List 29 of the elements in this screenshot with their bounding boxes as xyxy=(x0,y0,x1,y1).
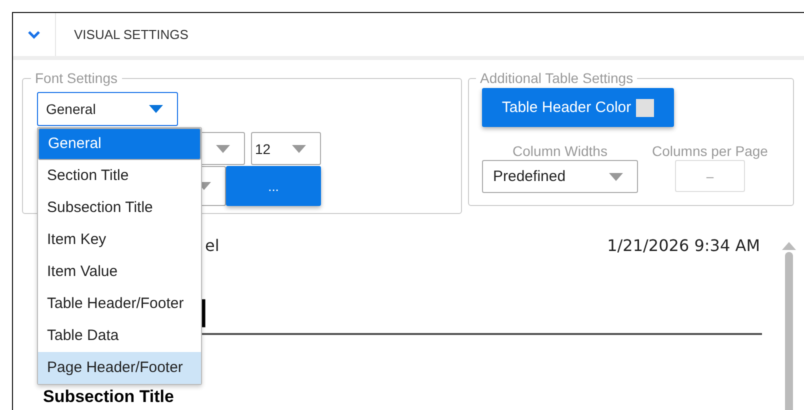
panel-legend: Additional Table Settings xyxy=(476,70,638,86)
report-label-text: el xyxy=(205,236,220,255)
chevron-down-icon[interactable] xyxy=(27,30,41,39)
dropdown-option[interactable]: General xyxy=(38,128,201,160)
dropdown-option[interactable]: Item Value xyxy=(38,256,201,288)
dropdown-option[interactable]: Table Data xyxy=(38,320,201,352)
scroll-up-icon[interactable] xyxy=(782,242,796,250)
dropdown-arrow-icon xyxy=(149,105,163,113)
column-widths-label: Column Widths xyxy=(512,143,608,159)
font-size-select[interactable]: 12 xyxy=(251,132,321,165)
font-element-select[interactable]: General xyxy=(37,92,178,126)
dropdown-arrow-icon xyxy=(292,144,306,152)
column-widths-select[interactable]: Predefined xyxy=(482,160,638,193)
section-title: VISUAL SETTINGS xyxy=(74,27,188,42)
dropdown-option[interactable]: Table Header/Footer xyxy=(38,288,201,320)
columns-per-page-label: Columns per Page xyxy=(652,143,768,159)
color-swatch xyxy=(636,98,654,116)
panel-legend: Font Settings xyxy=(31,70,122,86)
more-button[interactable]: ... xyxy=(226,166,321,206)
dropdown-option[interactable]: Subsection Title xyxy=(38,192,201,224)
table-header-color-button[interactable]: Table Header Color xyxy=(482,88,674,127)
dropdown-option[interactable]: Section Title xyxy=(38,160,201,192)
dropdown-arrow-icon xyxy=(216,144,230,152)
dropdown-option[interactable]: Page Header/Footer xyxy=(38,352,201,384)
dropdown-option[interactable]: Item Key xyxy=(38,224,201,256)
scrollbar[interactable] xyxy=(782,242,796,410)
subsection-title: Subsection Title xyxy=(43,387,175,407)
report-date: 1/21/2026 9:34 AM xyxy=(607,236,760,255)
dropdown-arrow-icon xyxy=(609,172,623,180)
